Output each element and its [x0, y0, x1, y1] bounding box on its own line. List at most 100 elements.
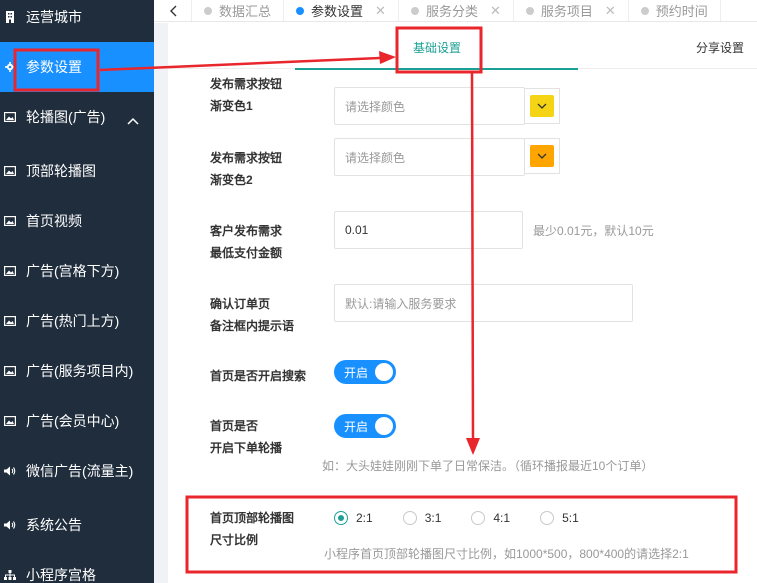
- radio-circle: [402, 511, 417, 525]
- gradient2-color-input[interactable]: 请选择颜色: [334, 138, 525, 176]
- gradient1-color-input[interactable]: 请选择颜色: [334, 87, 525, 125]
- home-search-label: 首页是否开启搜索: [210, 369, 307, 383]
- min-pay-input[interactable]: 0.01: [334, 211, 523, 249]
- sidebar-item-top-carousel[interactable]: 顶部轮播图: [0, 146, 154, 196]
- sidebar-item-wechat-ads[interactable]: 微信广告(流量主): [0, 446, 154, 496]
- speaker-icon: [4, 520, 16, 530]
- sidebar-item-label: 系统公告: [26, 517, 82, 533]
- building-icon: [4, 11, 16, 23]
- sidebar-item-mini-program-grid[interactable]: 小程序宫格: [0, 550, 154, 583]
- tab-parameter-settings[interactable]: 参数设置 ✕: [284, 0, 399, 21]
- tab-close-icon[interactable]: ✕: [605, 3, 616, 19]
- ratio-option-4-1[interactable]: 4:1: [471, 511, 510, 525]
- toggle-knob: [375, 417, 393, 435]
- color-swatch: [530, 145, 554, 167]
- toggle-label: 开启: [344, 365, 369, 380]
- sidebar-item-ad-member-center[interactable]: 广告(会员中心): [0, 396, 154, 446]
- banner-ratio-radio-group: 2:1 3:1 4:1 5:1: [334, 511, 609, 525]
- min-pay-label: 客户发布需求 最低支付金额: [210, 224, 283, 260]
- tab-label: 预约时间: [655, 4, 708, 19]
- settings-panel: 基础设置 分享设置 发布需求按钮 渐变色1 请选择颜色 发布需求按钮 渐变色2 …: [168, 23, 757, 583]
- main-area: 数据汇总 参数设置 ✕ 服务分类 ✕ 服务项目 ✕ 预约时间 基础设置 分享设置: [154, 0, 757, 583]
- gradient2-label: 发布需求按钮 渐变色2: [210, 151, 283, 187]
- sidebar-item-operating-cities[interactable]: 运营城市: [0, 0, 154, 42]
- tab-close-icon[interactable]: ✕: [375, 3, 386, 19]
- sidebar-item-home-video[interactable]: 首页视频: [0, 196, 154, 246]
- order-hint-label: 确认订单页 备注框内提示语: [210, 297, 295, 333]
- color-swatch: [530, 95, 554, 117]
- sidebar: 运营城市 参数设置 轮播图(广告) 顶部轮播图 首页视频 广告(宫格下方) 广告…: [0, 0, 154, 583]
- subtab-share-settings[interactable]: 分享设置: [696, 39, 744, 56]
- radio-circle: [471, 511, 486, 525]
- toggle-label: 开启: [344, 419, 369, 434]
- tab-status-dot: [204, 6, 212, 15]
- chevron-down-icon: [537, 153, 547, 159]
- image-icon: [4, 216, 16, 226]
- image-icon: [4, 316, 16, 326]
- ratio-option-3-1[interactable]: 3:1: [402, 511, 441, 525]
- sitemap-icon: [4, 570, 16, 580]
- ratio-option-5-1[interactable]: 5:1: [540, 511, 579, 525]
- tab-scroll-left-button[interactable]: [154, 0, 192, 21]
- tab-status-dot: [410, 6, 419, 15]
- image-icon: [4, 366, 16, 376]
- sidebar-item-label: 小程序宫格: [26, 567, 96, 583]
- image-icon: [4, 166, 16, 176]
- sidebar-item-ad-below-grid[interactable]: 广告(宫格下方): [0, 246, 154, 296]
- radio-circle: [540, 511, 555, 525]
- chevron-left-icon: [169, 5, 176, 16]
- min-pay-hint: 最少0.01元，默认10元: [533, 224, 654, 238]
- sidebar-item-label: 广告(服务项目内): [26, 363, 134, 379]
- sidebar-item-label: 微信广告(流量主): [26, 463, 134, 479]
- ratio-option-2-1[interactable]: 2:1: [334, 511, 373, 525]
- tab-label: 数据汇总: [219, 4, 272, 19]
- sidebar-item-parameter-settings[interactable]: 参数设置: [0, 42, 154, 92]
- order-carousel-toggle[interactable]: 开启: [334, 414, 396, 438]
- tab-status-dot: [640, 6, 649, 15]
- subtab-basic-settings[interactable]: 基础设置: [413, 39, 461, 56]
- gradient1-color-picker[interactable]: [524, 88, 560, 124]
- gradient2-color-picker[interactable]: [524, 138, 560, 174]
- tab-label: 服务项目: [540, 4, 593, 19]
- tab-data-summary[interactable]: 数据汇总: [192, 0, 285, 21]
- image-icon: [4, 266, 16, 276]
- tab-booking-time[interactable]: 预约时间: [629, 0, 721, 21]
- image-icon: [4, 416, 16, 426]
- sidebar-item-system-notice[interactable]: 系统公告: [0, 500, 154, 550]
- order-carousel-hint: 如：大头娃娃刚刚下单了日常保洁。（循环播报最近10个订单）: [322, 459, 654, 473]
- sidebar-item-ad-above-popular[interactable]: 广告(热门上方): [0, 296, 154, 346]
- tab-label: 服务分类: [425, 4, 478, 19]
- gear-icon: [4, 62, 16, 72]
- order-hint-input[interactable]: 默认:请输入服务要求: [334, 284, 633, 322]
- settings-subtabs: 基础设置 分享设置: [168, 23, 757, 70]
- tab-status-dot: [525, 6, 534, 15]
- content-gutter: [154, 23, 168, 583]
- tab-close-icon[interactable]: ✕: [490, 3, 501, 19]
- sidebar-item-label: 广告(热门上方): [26, 313, 120, 329]
- tab-status-dot: [296, 6, 305, 15]
- sidebar-item-ad-in-service[interactable]: 广告(服务项目内): [0, 346, 154, 396]
- radio-circle: [334, 511, 348, 525]
- sidebar-item-label: 广告(宫格下方): [26, 263, 120, 279]
- image-icon: [4, 112, 16, 122]
- tab-service-category[interactable]: 服务分类 ✕: [399, 0, 514, 21]
- chevron-down-icon: [537, 103, 547, 109]
- sidebar-item-label: 首页视频: [26, 213, 82, 229]
- toggle-knob: [375, 363, 393, 381]
- sidebar-item-label: 运营城市: [26, 9, 82, 25]
- sidebar-item-label: 顶部轮播图: [26, 163, 96, 179]
- banner-ratio-hint: 小程序首页顶部轮播图尺寸比例，如1000*500，800*400的请选择2:1: [324, 547, 689, 561]
- sidebar-item-carousel-ads[interactable]: 轮播图(广告): [0, 92, 154, 142]
- sidebar-item-label: 轮播图(广告): [26, 109, 106, 125]
- home-search-toggle[interactable]: 开启: [334, 360, 396, 384]
- active-subtab-indicator: [295, 68, 578, 70]
- page-tab-bar: 数据汇总 参数设置 ✕ 服务分类 ✕ 服务项目 ✕ 预约时间: [154, 0, 757, 22]
- tab-service-items[interactable]: 服务项目 ✕: [514, 0, 629, 21]
- gradient1-label: 发布需求按钮 渐变色1: [210, 77, 283, 113]
- tab-label: 参数设置: [311, 4, 364, 19]
- chevron-up-icon: [127, 112, 139, 128]
- banner-ratio-label: 首页顶部轮播图 尺寸比例: [210, 511, 295, 547]
- sidebar-item-label: 广告(会员中心): [26, 413, 120, 429]
- sidebar-item-label: 参数设置: [26, 59, 82, 75]
- order-carousel-label: 首页是否 开启下单轮播: [210, 419, 283, 455]
